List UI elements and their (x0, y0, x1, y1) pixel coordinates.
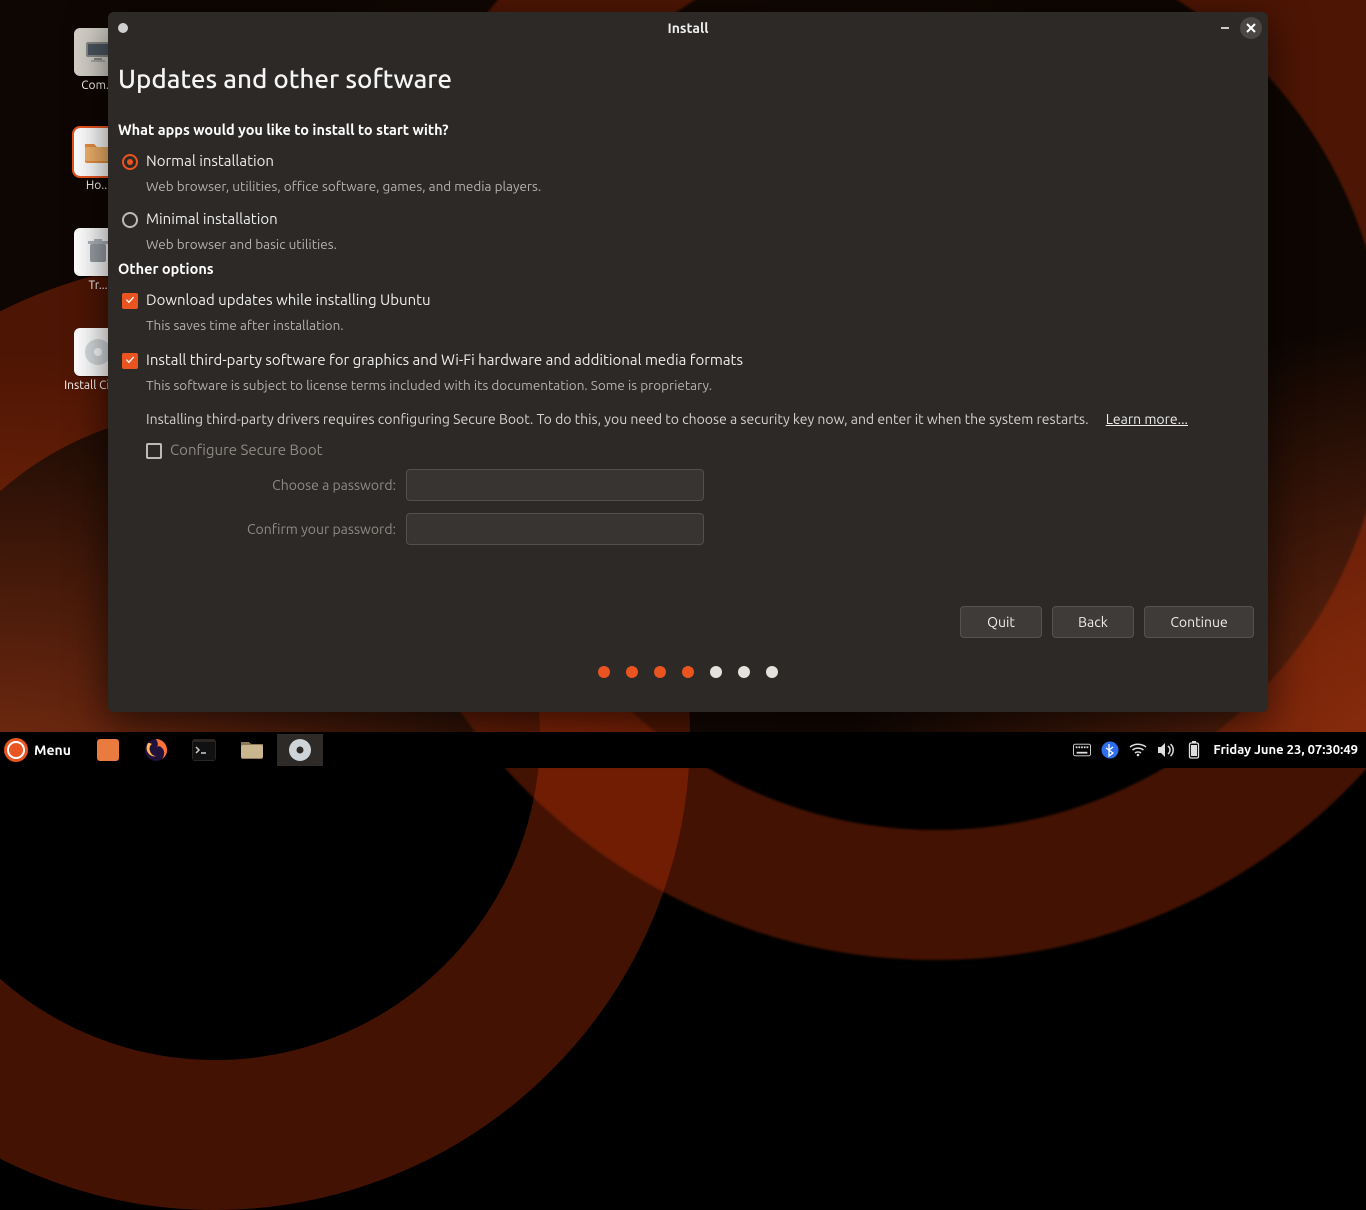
files-icon (239, 739, 265, 761)
secure-boot-password-row: Choose a password: (166, 469, 1258, 501)
radio-minimal-installation[interactable]: Minimal installation (122, 210, 1258, 228)
taskbar-tasks (85, 734, 323, 766)
radio-icon (122, 212, 138, 228)
window-content: Updates and other software What apps wou… (108, 44, 1268, 712)
network-indicator[interactable] (1129, 741, 1147, 759)
secure-boot-password-input[interactable] (406, 469, 704, 501)
window-title: Install (108, 20, 1268, 36)
radio-label: Minimal installation (146, 210, 278, 227)
progress-dot (626, 666, 638, 678)
radio-normal-installation[interactable]: Normal installation (122, 152, 1258, 170)
disk-icon (288, 738, 312, 762)
taskbar[interactable]: Menu Friday June 23, 07:30:49 (0, 732, 1366, 768)
wizard-footer: Quit Back Continue (118, 602, 1258, 646)
system-tray: Friday June 23, 07:30:49 (1073, 741, 1366, 759)
installer-window: Install Updates and other software What … (108, 12, 1268, 712)
checkbox-label: Download updates while installing Ubuntu (146, 291, 431, 308)
progress-dot (682, 666, 694, 678)
page-heading: Updates and other software (118, 64, 1258, 93)
checkbox-download-desc: This saves time after installation. (146, 317, 1258, 333)
learn-more-link[interactable]: Learn more... (1106, 411, 1188, 427)
secure-boot-confirm-row: Confirm your password: (166, 513, 1258, 545)
checkbox-secure-boot[interactable]: Configure Secure Boot (146, 441, 1258, 459)
minimize-button[interactable] (1214, 17, 1236, 39)
radio-normal-desc: Web browser, utilities, office software,… (146, 178, 1258, 194)
radio-minimal-desc: Web browser and basic utilities. (146, 236, 1258, 252)
trash-icon (87, 239, 109, 265)
secure-boot-note: Installing third-party drivers requires … (146, 411, 1258, 427)
progress-dot (710, 666, 722, 678)
progress-dot (738, 666, 750, 678)
task-terminal[interactable] (181, 734, 227, 766)
clock[interactable]: Friday June 23, 07:30:49 (1213, 743, 1358, 757)
progress-dot (654, 666, 666, 678)
confirm-password-label: Confirm your password: (166, 521, 396, 537)
checkbox-download-updates[interactable]: Download updates while installing Ubuntu (122, 291, 1258, 309)
secure-boot-note-text: Installing third-party drivers requires … (146, 411, 1089, 427)
battery-indicator[interactable] (1185, 741, 1203, 759)
secure-boot-confirm-input[interactable] (406, 513, 704, 545)
password-label: Choose a password: (166, 477, 396, 493)
terminal-icon (192, 739, 216, 761)
show-desktop-icon (97, 739, 119, 761)
menu-label: Menu (34, 742, 71, 758)
radio-icon (122, 154, 138, 170)
firefox-icon (144, 738, 168, 762)
checkbox-icon (122, 353, 138, 369)
close-button[interactable] (1240, 17, 1262, 39)
menu-button[interactable]: Menu (0, 738, 77, 762)
bluetooth-indicator[interactable] (1101, 741, 1119, 759)
task-installer[interactable] (277, 734, 323, 766)
keyboard-indicator[interactable] (1073, 741, 1091, 759)
progress-dots (118, 646, 1258, 702)
back-button[interactable]: Back (1052, 606, 1134, 638)
checkbox-icon (146, 443, 162, 459)
volume-indicator[interactable] (1157, 741, 1175, 759)
titlebar[interactable]: Install (108, 12, 1268, 44)
section-apps-heading: What apps would you like to install to s… (118, 121, 1258, 138)
task-files[interactable] (229, 734, 275, 766)
continue-button[interactable]: Continue (1144, 606, 1254, 638)
progress-dot (766, 666, 778, 678)
quit-button[interactable]: Quit (960, 606, 1042, 638)
section-other-heading: Other options (118, 260, 1258, 277)
radio-label: Normal installation (146, 152, 274, 169)
distro-logo-icon (4, 738, 28, 762)
checkbox-label: Install third-party software for graphic… (146, 351, 743, 368)
checkbox-icon (122, 293, 138, 309)
progress-dot (598, 666, 610, 678)
task-show-desktop[interactable] (85, 734, 131, 766)
checkbox-label: Configure Secure Boot (170, 441, 323, 458)
checkbox-third-party[interactable]: Install third-party software for graphic… (122, 351, 1258, 369)
checkbox-thirdparty-desc: This software is subject to license term… (146, 377, 1258, 393)
task-firefox[interactable] (133, 734, 179, 766)
